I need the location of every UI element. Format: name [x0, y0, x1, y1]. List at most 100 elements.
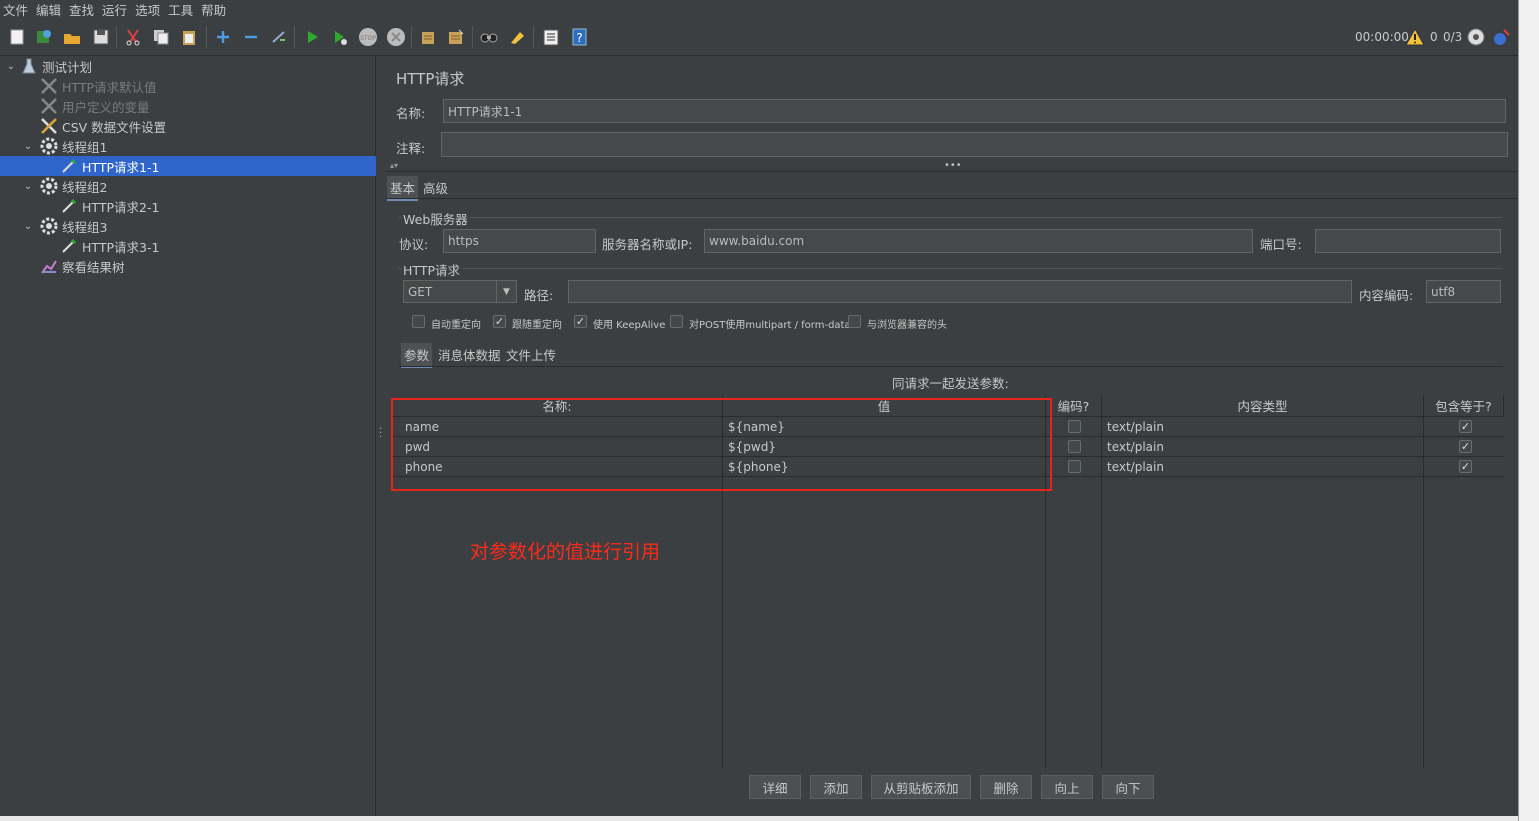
auto-redirect-label: 自动重定向 [431, 320, 481, 331]
tab-parameters[interactable]: 参数 [401, 343, 433, 368]
splitter-grip[interactable]: · · · [379, 425, 382, 443]
tree-node-http-request-2-1[interactable]: HTTP请求2-1 [60, 196, 159, 216]
menu-search[interactable]: 查找 [69, 0, 94, 19]
log-icon[interactable] [1491, 26, 1513, 48]
clear-all-icon[interactable] [445, 26, 467, 48]
chevron-down-icon[interactable]: ⌄ [5, 60, 17, 72]
save-icon[interactable] [90, 26, 112, 48]
menu-run[interactable]: 运行 [102, 0, 127, 19]
stop-icon[interactable]: STOP [357, 26, 379, 48]
chevron-down-icon[interactable]: ⌄ [22, 140, 34, 152]
function-helper-icon[interactable] [540, 26, 562, 48]
tree-node-user-variables[interactable]: 用户定义的变量 [40, 96, 150, 116]
encoding-field[interactable]: utf8 [1426, 280, 1501, 303]
drag-dots-icon[interactable]: ••• [944, 160, 962, 171]
multipart-label: 对POST使用multipart / form-data [689, 320, 851, 331]
web-server-legend: Web服务器 [401, 209, 470, 228]
move-up-button[interactable]: 向上 [1041, 775, 1093, 799]
tree-node-http-defaults[interactable]: HTTP请求默认值 [40, 76, 157, 96]
start-icon[interactable] [301, 26, 323, 48]
menu-options[interactable]: 选项 [135, 0, 160, 19]
follow-redirect-checkbox[interactable]: ✓ [493, 315, 506, 328]
browser-headers-label: 与浏览器兼容的头 [867, 320, 947, 331]
browser-headers-checkbox[interactable] [848, 315, 861, 328]
column-header-content-type[interactable]: 内容类型 [1102, 395, 1424, 417]
expand-all-icon[interactable] [212, 26, 234, 48]
new-icon[interactable] [6, 26, 28, 48]
include-equals-checkbox[interactable]: ✓ [1459, 420, 1472, 433]
templates-icon[interactable] [33, 26, 55, 48]
warning-count: 0 [1430, 30, 1438, 44]
keepalive-checkbox[interactable]: ✓ [574, 315, 587, 328]
start-no-pause-icon[interactable] [329, 26, 351, 48]
menu-tools[interactable]: 工具 [168, 0, 193, 19]
panel-title: HTTP请求 [396, 70, 465, 88]
tab-file-upload[interactable]: 文件上传 [503, 343, 559, 366]
paste-icon[interactable] [178, 26, 200, 48]
tree-node-thread-group-1[interactable]: 线程组1 [40, 136, 107, 156]
encode-checkbox[interactable] [1068, 440, 1081, 453]
detail-button[interactable]: 详细 [749, 775, 801, 799]
move-down-button[interactable]: 向下 [1102, 775, 1154, 799]
comment-field[interactable] [441, 132, 1508, 157]
column-header-include-equals[interactable]: 包含等于? [1424, 395, 1504, 417]
web-server-group [398, 217, 1502, 218]
tab-advanced[interactable]: 高级 [420, 176, 451, 199]
server-field[interactable]: www.baidu.com [704, 229, 1253, 253]
tree-node-test-plan[interactable]: 测试计划 [20, 56, 92, 76]
toggle-icon[interactable] [268, 26, 290, 48]
tree-node-thread-group-2[interactable]: 线程组2 [40, 176, 107, 196]
add-button[interactable]: 添加 [810, 775, 862, 799]
chevron-down-icon[interactable]: ⌄ [22, 220, 34, 232]
content-type-cell[interactable]: text/plain [1102, 457, 1164, 477]
menu-help[interactable]: 帮助 [201, 0, 226, 19]
include-equals-checkbox[interactable]: ✓ [1459, 440, 1472, 453]
toolbar: STOP ? 00:00:00 0 0/3 [0, 18, 1518, 56]
encode-checkbox[interactable] [1068, 420, 1081, 433]
tree-node-results-tree[interactable]: 察看结果树 [40, 256, 125, 276]
chart-icon [40, 257, 58, 275]
protocol-field[interactable]: https [443, 229, 596, 253]
tree-node-thread-group-3[interactable]: 线程组3 [40, 216, 107, 236]
cut-icon[interactable] [122, 26, 144, 48]
path-field[interactable] [568, 280, 1352, 303]
column-header-encode[interactable]: 编码? [1046, 395, 1102, 417]
reset-search-icon[interactable] [506, 26, 528, 48]
port-label: 端口号: [1260, 237, 1302, 252]
add-from-clipboard-button[interactable]: 从剪贴板添加 [871, 775, 971, 799]
collapse-all-icon[interactable] [240, 26, 262, 48]
chevron-down-icon[interactable]: ▼ [496, 281, 516, 302]
clear-icon[interactable] [417, 26, 439, 48]
collapse-arrows-icon[interactable]: ▴▾ [390, 161, 398, 170]
chevron-down-icon[interactable]: ⌄ [22, 180, 34, 192]
shutdown-icon[interactable] [385, 26, 407, 48]
multipart-checkbox[interactable] [670, 315, 683, 328]
menu-edit[interactable]: 编辑 [36, 0, 61, 19]
encode-checkbox[interactable] [1068, 460, 1081, 473]
tab-underline [386, 198, 1518, 199]
copy-icon[interactable] [150, 26, 172, 48]
method-select[interactable]: GET ▼ [403, 280, 517, 303]
warning-icon[interactable] [1404, 26, 1426, 48]
open-icon[interactable] [61, 26, 83, 48]
tree-node-label: HTTP请求1-1 [82, 159, 160, 175]
auto-redirect-checkbox[interactable] [412, 315, 425, 328]
menu-file[interactable]: 文件 [3, 0, 28, 19]
name-field[interactable]: HTTP请求1-1 [443, 99, 1506, 123]
port-field[interactable] [1315, 229, 1501, 253]
search-icon[interactable] [478, 26, 500, 48]
flask-icon [20, 57, 38, 75]
include-equals-checkbox[interactable]: ✓ [1459, 460, 1472, 473]
tab-body-data[interactable]: 消息体数据 [435, 343, 504, 366]
tree-node-http-request-1-1[interactable]: HTTP请求1-1 [60, 156, 159, 176]
tree-node-http-request-3-1[interactable]: HTTP请求3-1 [60, 236, 159, 256]
remote-icon[interactable] [1465, 26, 1487, 48]
background-window-edge [1518, 0, 1539, 821]
content-type-cell[interactable]: text/plain [1102, 437, 1164, 457]
content-type-cell[interactable]: text/plain [1102, 417, 1164, 437]
delete-button[interactable]: 删除 [980, 775, 1032, 799]
tree-node-label: HTTP请求2-1 [82, 199, 160, 215]
help-icon[interactable]: ? [568, 26, 590, 48]
tree-node-csv-config[interactable]: CSV 数据文件设置 [40, 116, 166, 136]
svg-text:STOP: STOP [360, 35, 376, 42]
